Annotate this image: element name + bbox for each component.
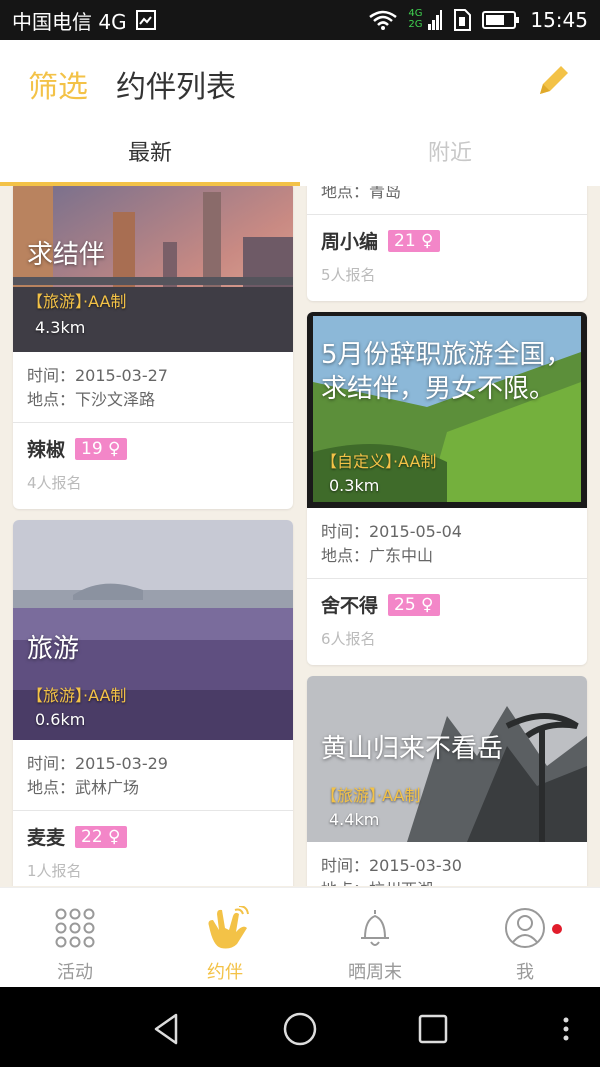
poster-name: 周小编 [321, 231, 379, 253]
poster-info[interactable]: 周小编 21 ♀ [307, 215, 587, 254]
edit-pencil-icon[interactable] [534, 60, 574, 100]
card-info: 时间：2015-03-30 地点：杭州西湖 [307, 842, 587, 886]
distance: 0.6km [35, 710, 86, 729]
recents-square-icon[interactable] [413, 1009, 453, 1049]
distance: 4.4km [329, 810, 380, 829]
signup-count: 5人报名 [321, 266, 376, 284]
nav-label: 我 [516, 962, 534, 983]
top-bar: 筛选 约伴列表 [0, 40, 600, 124]
trip-time: 时间：2015-03-29 [27, 754, 168, 773]
nav-companions[interactable]: 约伴 [150, 888, 300, 987]
sim-icon [452, 8, 472, 32]
signal-icon: 4G 2G [408, 8, 443, 32]
card-title: 旅游 [27, 634, 80, 664]
trip-time: 时间：2015-03-30 [321, 856, 462, 875]
user-icon [503, 906, 547, 950]
list-item[interactable]: 地点：青岛 周小编 21 ♀ 5人报名 [307, 186, 587, 301]
filter-button[interactable]: 筛选 [28, 62, 88, 106]
card-title: 求结伴 [27, 240, 106, 270]
system-nav-bar [0, 987, 600, 1067]
bottom-nav: 活动 约伴 晒周末 我 [0, 887, 600, 987]
poster-name: 麦麦 [27, 827, 66, 849]
poster-info[interactable]: 辣椒 19 ♀ [13, 423, 293, 462]
tab-nearby[interactable]: 附近 [300, 124, 600, 186]
list-item[interactable]: 求结伴 【旅游】·AA制 4.3km 时间：2015-03-27 地点：下沙文泽… [13, 186, 293, 509]
card-photo: 求结伴 【旅游】·AA制 4.3km [13, 186, 293, 352]
page-title: 约伴列表 [116, 70, 236, 105]
trip-place: 地点：武林广场 [27, 778, 140, 797]
trip-type: 【旅游】·AA制 [27, 686, 127, 705]
bell-icon [353, 906, 397, 950]
nav-label: 活动 [57, 962, 93, 983]
grid-dots-icon [53, 906, 97, 950]
distance: 0.3km [329, 476, 380, 495]
card-photo: 黄山归来不看岳 【旅游】·AA制 4.4km [307, 676, 587, 842]
notification-dot [552, 924, 562, 934]
trip-type: 【旅游】·AA制 [27, 292, 127, 311]
status-bar: 中国电信 4G 4G 2G 15:45 [0, 0, 600, 40]
nav-label: 约伴 [207, 962, 243, 983]
trip-place: 地点：广东中山 [321, 546, 434, 565]
poster-info[interactable]: 舍不得 25 ♀ [307, 579, 587, 618]
list-item[interactable]: 5月份辞职旅游全国，求结伴，男女不限。 【自定义】·AA制 0.3km 时间：2… [307, 312, 587, 665]
tab-bar: 最新 附近 [0, 124, 600, 186]
card-title: 5月份辞职旅游全国，求结伴，男女不限。 [321, 340, 572, 404]
back-triangle-icon[interactable] [148, 1009, 188, 1049]
card-photo: 5月份辞职旅游全国，求结伴，男女不限。 【自定义】·AA制 0.3km [307, 312, 587, 508]
screenshot-icon [135, 9, 157, 31]
card-info: 地点：青岛 [307, 186, 587, 204]
network-4g-tag: 4G [408, 8, 423, 19]
nav-weekend[interactable]: 晒周末 [300, 888, 450, 987]
trip-type: 【自定义】·AA制 [321, 452, 437, 471]
poster-info[interactable]: 麦麦 22 ♀ [13, 811, 293, 850]
list-item[interactable]: 旅游 【旅游】·AA制 0.6km 时间：2015-03-29 地点：武林广场 … [13, 520, 293, 886]
distance: 4.3km [35, 318, 86, 337]
age-gender-badge: 19 ♀ [75, 437, 127, 460]
card-info: 时间：2015-03-27 地点：下沙文泽路 [13, 352, 293, 412]
list-item[interactable]: 黄山归来不看岳 【旅游】·AA制 4.4km 时间：2015-03-30 地点：… [307, 676, 587, 886]
trip-type: 【旅游】·AA制 [321, 786, 421, 805]
tab-latest[interactable]: 最新 [0, 124, 300, 186]
age-gender-badge: 22 ♀ [75, 825, 127, 848]
signup-count: 1人报名 [27, 862, 82, 880]
home-circle-icon[interactable] [280, 1009, 320, 1049]
age-gender-badge: 25 ♀ [388, 593, 440, 616]
age-gender-badge: 21 ♀ [388, 229, 440, 252]
hand-gesture-icon [203, 905, 249, 950]
nav-me[interactable]: 我 [450, 888, 600, 987]
trip-place: 地点：青岛 [321, 186, 402, 201]
trip-place: 地点：杭州西湖 [321, 878, 573, 886]
network-2g-tag: 2G [408, 19, 423, 30]
companion-list[interactable]: 求结伴 【旅游】·AA制 4.3km 时间：2015-03-27 地点：下沙文泽… [0, 186, 600, 886]
wifi-icon [368, 9, 398, 31]
card-info: 时间：2015-03-29 地点：武林广场 [13, 740, 293, 800]
signup-count: 4人报名 [27, 474, 82, 492]
signup-count: 6人报名 [321, 630, 376, 648]
carrier-label: 中国电信 4G [12, 9, 127, 34]
poster-name: 辣椒 [27, 439, 66, 461]
more-vertical-icon[interactable] [546, 1009, 586, 1049]
nav-label: 晒周末 [348, 962, 402, 983]
trip-time: 时间：2015-05-04 [321, 522, 462, 541]
card-info: 时间：2015-05-04 地点：广东中山 [307, 508, 587, 568]
card-title: 黄山归来不看岳 [321, 734, 504, 764]
trip-time: 时间：2015-03-27 [27, 366, 168, 385]
poster-name: 舍不得 [321, 595, 379, 617]
nav-activities[interactable]: 活动 [0, 888, 150, 987]
battery-icon [482, 10, 520, 30]
trip-place: 地点：下沙文泽路 [27, 390, 156, 409]
card-photo: 旅游 【旅游】·AA制 0.6km [13, 520, 293, 740]
clock: 15:45 [530, 8, 588, 32]
